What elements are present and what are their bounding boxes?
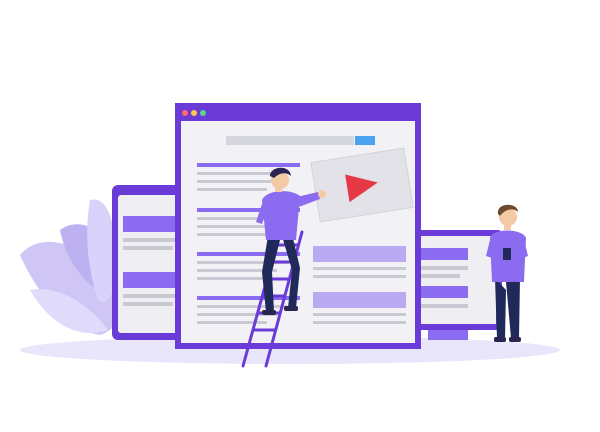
monitor-bar-3 — [420, 304, 468, 308]
content-line-9 — [197, 277, 267, 280]
content-card-1 — [313, 246, 406, 262]
content-card-1-line-2 — [313, 275, 406, 278]
monitor-bar-2 — [420, 274, 460, 278]
person-standing-shoe-right — [509, 337, 521, 342]
monitor-block-2 — [420, 286, 468, 298]
mobile-bar-4 — [123, 302, 173, 306]
window-control-green — [200, 110, 206, 116]
mobile-block-1 — [123, 216, 181, 232]
mobile-bar-1 — [123, 238, 181, 242]
person-standing-leg-right — [506, 278, 520, 338]
person-ladder-shoe-left — [262, 310, 276, 315]
person-standing-shoe-left — [494, 337, 506, 342]
content-heading-1 — [197, 163, 300, 167]
decorative-leaves — [20, 199, 121, 335]
person-ladder-shoe-right — [284, 306, 298, 311]
content-line-3 — [197, 188, 267, 191]
content-card-2 — [313, 292, 406, 308]
person-ladder-hand — [318, 190, 326, 198]
mobile-block-2 — [123, 272, 181, 288]
person-standing-phone — [503, 248, 511, 260]
mobile-bar-3 — [123, 294, 181, 298]
content-card-2-line-1 — [313, 313, 406, 316]
monitor-bar-1 — [420, 266, 468, 270]
window-control-yellow — [191, 110, 197, 116]
search-button — [355, 136, 375, 145]
content-card-1-line-1 — [313, 267, 406, 270]
monitor-stand — [428, 330, 468, 340]
window-control-red — [182, 110, 188, 116]
content-card-2-line-2 — [313, 321, 406, 324]
web-design-illustration — [20, 103, 560, 368]
content-line-2 — [197, 180, 277, 183]
illustration-stage — [0, 0, 600, 432]
content-line-6 — [197, 233, 267, 236]
mobile-bar-2 — [123, 246, 173, 250]
search-bar — [226, 136, 354, 145]
content-heading-3 — [197, 252, 300, 256]
monitor-block-1 — [420, 248, 468, 260]
browser-window — [175, 103, 421, 349]
